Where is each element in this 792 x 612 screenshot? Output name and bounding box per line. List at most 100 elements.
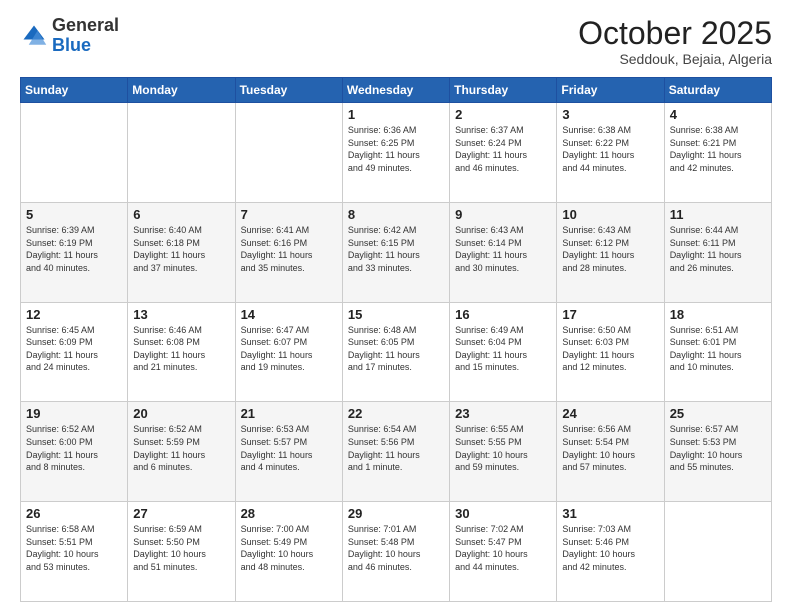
day-info: Sunrise: 6:36 AM Sunset: 6:25 PM Dayligh… (348, 124, 444, 174)
month-title: October 2025 (578, 16, 772, 51)
title-block: October 2025 Seddouk, Bejaia, Algeria (578, 16, 772, 67)
week-row-4: 19 Sunrise: 6:52 AM Sunset: 6:00 PM Dayli… (21, 402, 772, 502)
col-saturday: Saturday (664, 78, 771, 103)
day-info: Sunrise: 6:55 AM Sunset: 5:55 PM Dayligh… (455, 423, 551, 473)
page: General Blue October 2025 Seddouk, Bejai… (0, 0, 792, 612)
day-cell-2-4: 16 Sunrise: 6:49 AM Sunset: 6:04 PM Dayli… (450, 302, 557, 402)
day-number: 8 (348, 207, 444, 222)
day-info: Sunrise: 6:54 AM Sunset: 5:56 PM Dayligh… (348, 423, 444, 473)
day-number: 24 (562, 406, 658, 421)
day-cell-3-0: 19 Sunrise: 6:52 AM Sunset: 6:00 PM Dayli… (21, 402, 128, 502)
week-row-5: 26Sunrise: 6:58 AM Sunset: 5:51 PM Dayli… (21, 502, 772, 602)
day-number: 17 (562, 307, 658, 322)
day-cell-1-3: 8 Sunrise: 6:42 AM Sunset: 6:15 PM Daylig… (342, 202, 449, 302)
day-cell-4-0: 26Sunrise: 6:58 AM Sunset: 5:51 PM Dayli… (21, 502, 128, 602)
day-info: Sunrise: 6:56 AM Sunset: 5:54 PM Dayligh… (562, 423, 658, 473)
week-row-1: 1 Sunrise: 6:36 AM Sunset: 6:25 PM Daylig… (21, 103, 772, 203)
day-number: 1 (348, 107, 444, 122)
day-cell-4-4: 30Sunrise: 7:02 AM Sunset: 5:47 PM Dayli… (450, 502, 557, 602)
day-cell-4-1: 27Sunrise: 6:59 AM Sunset: 5:50 PM Dayli… (128, 502, 235, 602)
day-info: Sunrise: 6:52 AM Sunset: 6:00 PM Dayligh… (26, 423, 122, 473)
day-cell-1-4: 9Sunrise: 6:43 AM Sunset: 6:14 PM Daylig… (450, 202, 557, 302)
week-row-3: 12Sunrise: 6:45 AM Sunset: 6:09 PM Dayli… (21, 302, 772, 402)
day-cell-1-5: 10Sunrise: 6:43 AM Sunset: 6:12 PM Dayli… (557, 202, 664, 302)
day-cell-1-2: 7 Sunrise: 6:41 AM Sunset: 6:16 PM Daylig… (235, 202, 342, 302)
day-cell-3-4: 23 Sunrise: 6:55 AM Sunset: 5:55 PM Dayli… (450, 402, 557, 502)
location-subtitle: Seddouk, Bejaia, Algeria (578, 51, 772, 67)
day-cell-0-3: 1 Sunrise: 6:36 AM Sunset: 6:25 PM Daylig… (342, 103, 449, 203)
day-number: 25 (670, 406, 766, 421)
col-monday: Monday (128, 78, 235, 103)
day-info: Sunrise: 6:41 AM Sunset: 6:16 PM Dayligh… (241, 224, 337, 274)
day-cell-0-4: 2Sunrise: 6:37 AM Sunset: 6:24 PM Daylig… (450, 103, 557, 203)
week-row-2: 5 Sunrise: 6:39 AM Sunset: 6:19 PM Daylig… (21, 202, 772, 302)
logo: General Blue (20, 16, 119, 56)
day-number: 30 (455, 506, 551, 521)
col-sunday: Sunday (21, 78, 128, 103)
day-cell-4-5: 31Sunrise: 7:03 AM Sunset: 5:46 PM Dayli… (557, 502, 664, 602)
day-cell-2-5: 17 Sunrise: 6:50 AM Sunset: 6:03 PM Dayli… (557, 302, 664, 402)
day-number: 18 (670, 307, 766, 322)
day-info: Sunrise: 6:46 AM Sunset: 6:08 PM Dayligh… (133, 324, 229, 374)
day-info: Sunrise: 6:51 AM Sunset: 6:01 PM Dayligh… (670, 324, 766, 374)
day-number: 7 (241, 207, 337, 222)
day-cell-1-0: 5 Sunrise: 6:39 AM Sunset: 6:19 PM Daylig… (21, 202, 128, 302)
day-number: 23 (455, 406, 551, 421)
day-cell-0-5: 3Sunrise: 6:38 AM Sunset: 6:22 PM Daylig… (557, 103, 664, 203)
day-number: 6 (133, 207, 229, 222)
day-info: Sunrise: 6:39 AM Sunset: 6:19 PM Dayligh… (26, 224, 122, 274)
day-info: Sunrise: 6:48 AM Sunset: 6:05 PM Dayligh… (348, 324, 444, 374)
day-cell-4-6 (664, 502, 771, 602)
day-cell-4-3: 29Sunrise: 7:01 AM Sunset: 5:48 PM Dayli… (342, 502, 449, 602)
day-number: 11 (670, 207, 766, 222)
day-number: 19 (26, 406, 122, 421)
logo-blue: Blue (52, 35, 91, 55)
day-cell-1-1: 6 Sunrise: 6:40 AM Sunset: 6:18 PM Daylig… (128, 202, 235, 302)
col-thursday: Thursday (450, 78, 557, 103)
day-cell-1-6: 11 Sunrise: 6:44 AM Sunset: 6:11 PM Dayli… (664, 202, 771, 302)
day-cell-3-3: 22Sunrise: 6:54 AM Sunset: 5:56 PM Dayli… (342, 402, 449, 502)
day-number: 4 (670, 107, 766, 122)
day-cell-0-6: 4 Sunrise: 6:38 AM Sunset: 6:21 PM Daylig… (664, 103, 771, 203)
logo-text: General Blue (52, 16, 119, 56)
day-cell-3-6: 25 Sunrise: 6:57 AM Sunset: 5:53 PM Dayli… (664, 402, 771, 502)
day-info: Sunrise: 6:50 AM Sunset: 6:03 PM Dayligh… (562, 324, 658, 374)
day-cell-2-6: 18 Sunrise: 6:51 AM Sunset: 6:01 PM Dayli… (664, 302, 771, 402)
day-info: Sunrise: 6:42 AM Sunset: 6:15 PM Dayligh… (348, 224, 444, 274)
day-number: 16 (455, 307, 551, 322)
calendar-table: Sunday Monday Tuesday Wednesday Thursday… (20, 77, 772, 602)
day-number: 21 (241, 406, 337, 421)
day-info: Sunrise: 6:57 AM Sunset: 5:53 PM Dayligh… (670, 423, 766, 473)
day-number: 3 (562, 107, 658, 122)
day-cell-3-5: 24 Sunrise: 6:56 AM Sunset: 5:54 PM Dayli… (557, 402, 664, 502)
day-cell-3-2: 21 Sunrise: 6:53 AM Sunset: 5:57 PM Dayli… (235, 402, 342, 502)
col-tuesday: Tuesday (235, 78, 342, 103)
day-cell-0-1 (128, 103, 235, 203)
day-info: Sunrise: 6:52 AM Sunset: 5:59 PM Dayligh… (133, 423, 229, 473)
day-info: Sunrise: 6:49 AM Sunset: 6:04 PM Dayligh… (455, 324, 551, 374)
day-number: 15 (348, 307, 444, 322)
day-info: Sunrise: 6:43 AM Sunset: 6:12 PM Dayligh… (562, 224, 658, 274)
day-number: 27 (133, 506, 229, 521)
day-number: 14 (241, 307, 337, 322)
day-info: Sunrise: 6:53 AM Sunset: 5:57 PM Dayligh… (241, 423, 337, 473)
col-wednesday: Wednesday (342, 78, 449, 103)
day-cell-2-1: 13Sunrise: 6:46 AM Sunset: 6:08 PM Dayli… (128, 302, 235, 402)
day-number: 28 (241, 506, 337, 521)
day-cell-4-2: 28 Sunrise: 7:00 AM Sunset: 5:49 PM Dayli… (235, 502, 342, 602)
calendar-body: 1 Sunrise: 6:36 AM Sunset: 6:25 PM Daylig… (21, 103, 772, 602)
day-info: Sunrise: 7:00 AM Sunset: 5:49 PM Dayligh… (241, 523, 337, 573)
day-info: Sunrise: 6:44 AM Sunset: 6:11 PM Dayligh… (670, 224, 766, 274)
day-info: Sunrise: 6:58 AM Sunset: 5:51 PM Dayligh… (26, 523, 122, 573)
day-info: Sunrise: 6:45 AM Sunset: 6:09 PM Dayligh… (26, 324, 122, 374)
day-number: 9 (455, 207, 551, 222)
day-cell-3-1: 20Sunrise: 6:52 AM Sunset: 5:59 PM Dayli… (128, 402, 235, 502)
day-info: Sunrise: 6:38 AM Sunset: 6:21 PM Dayligh… (670, 124, 766, 174)
calendar-header-row: Sunday Monday Tuesday Wednesday Thursday… (21, 78, 772, 103)
day-cell-0-2 (235, 103, 342, 203)
day-cell-2-2: 14Sunrise: 6:47 AM Sunset: 6:07 PM Dayli… (235, 302, 342, 402)
logo-icon (20, 22, 48, 50)
header: General Blue October 2025 Seddouk, Bejai… (20, 16, 772, 67)
day-info: Sunrise: 6:40 AM Sunset: 6:18 PM Dayligh… (133, 224, 229, 274)
day-number: 5 (26, 207, 122, 222)
